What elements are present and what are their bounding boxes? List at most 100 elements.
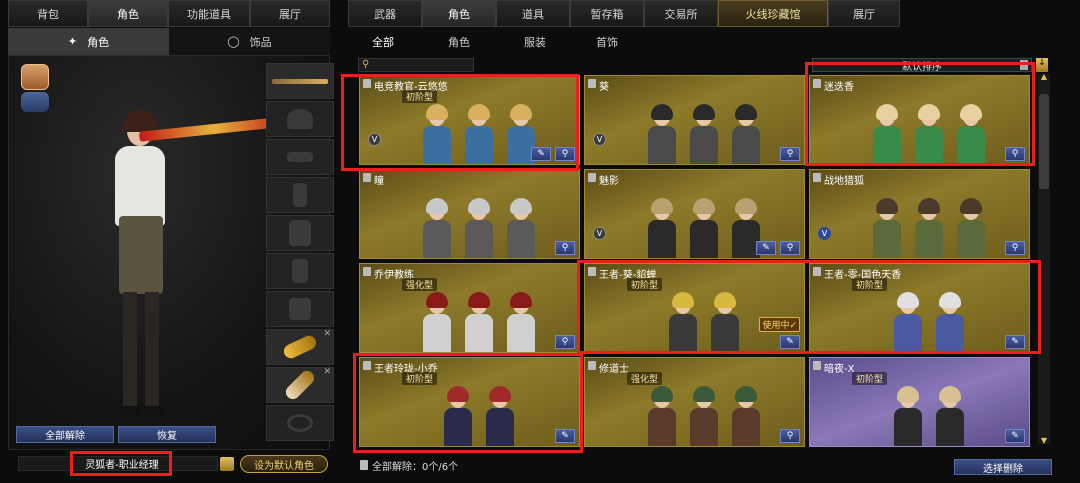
tab-crossfire-collection[interactable]: 火线珍藏馆 <box>718 0 828 27</box>
card-name: 修道士 <box>599 364 629 375</box>
bottom-status: 全部解除：0个/6个 <box>360 458 458 473</box>
set-default-character-button[interactable]: 设为默认角色 <box>240 455 328 473</box>
tab-weapons[interactable]: 武器 <box>348 0 422 27</box>
tab-function-items[interactable]: 功能道具 <box>168 0 250 27</box>
lock-icon <box>363 173 371 182</box>
vest-icon <box>289 220 311 246</box>
highlight-current-character <box>70 451 172 476</box>
character-portrait <box>419 198 455 258</box>
patch-icon <box>289 298 311 320</box>
slot-ring[interactable] <box>266 405 334 441</box>
scroll-up-icon[interactable]: ▲ <box>1038 72 1050 82</box>
tab-props[interactable]: 道具 <box>496 0 570 27</box>
character-card[interactable]: 葵 V ⚲ <box>584 75 805 165</box>
subtab-jewelry[interactable]: 首饰 <box>572 29 642 54</box>
card-name: 暗夜-X <box>824 364 855 375</box>
customize-button[interactable]: ✎ <box>756 241 776 255</box>
slot-patch[interactable] <box>266 291 334 327</box>
character-portrait <box>644 386 680 446</box>
fox-faction-icon[interactable] <box>21 64 49 90</box>
slot-accessory-1[interactable]: ✕ <box>266 329 334 365</box>
grid-scrollbar[interactable]: ▲ ▼ <box>1038 72 1050 446</box>
tab-exhibition[interactable]: 展厅 <box>250 0 330 27</box>
character-portrait <box>728 104 764 164</box>
character-portrait <box>686 198 722 258</box>
customize-button[interactable]: ✎ <box>1005 429 1025 443</box>
subtab-character[interactable]: ✦ 角色 <box>8 28 169 55</box>
tier-badge: 初阶型 <box>852 372 888 385</box>
lock-icon <box>588 79 596 88</box>
subtab-accessories-label: 饰品 <box>249 35 272 49</box>
character-portrait <box>953 198 989 258</box>
character-portrait <box>686 104 722 164</box>
subtab-all[interactable]: 全部 <box>352 29 414 54</box>
tab-character[interactable]: 角色 <box>88 0 168 27</box>
scroll-down-icon[interactable]: ▼ <box>1038 436 1050 446</box>
lock-icon <box>813 173 821 182</box>
slot-glasses[interactable] <box>266 139 334 175</box>
preview-button[interactable]: ⚲ <box>780 241 800 255</box>
wings-faction-icon[interactable] <box>21 92 49 112</box>
character-portrait <box>644 104 680 164</box>
character-card[interactable]: 乔伊教练 强化型 ⚲ <box>359 263 580 353</box>
list-icon[interactable] <box>220 457 234 471</box>
highlight-row-3 <box>577 260 1041 354</box>
slot-radio[interactable] <box>266 177 334 213</box>
restore-button[interactable]: 恢复 <box>118 426 216 443</box>
highlight-card-1 <box>341 74 579 171</box>
silver-bullet-icon <box>283 368 317 402</box>
character-portrait <box>644 198 680 258</box>
slot-weapon[interactable] <box>266 63 334 99</box>
character-card[interactable]: 暗夜-X 初阶型 ✎ <box>809 357 1030 447</box>
character-portraits <box>404 184 554 258</box>
character-portrait <box>461 198 497 258</box>
character-portrait <box>728 386 764 446</box>
remove-icon[interactable]: ✕ <box>323 367 331 377</box>
lock-icon <box>360 460 368 470</box>
slot-accessory-2[interactable]: ✕ <box>266 367 334 403</box>
character-portrait <box>419 292 455 352</box>
subtab-character-label: 角色 <box>87 35 110 49</box>
search-icon: ⚲ <box>362 59 370 70</box>
lock-icon <box>363 267 371 276</box>
preview-button[interactable]: ⚲ <box>780 429 800 443</box>
tier-badge: 强化型 <box>627 372 663 385</box>
select-delete-button[interactable]: 选择删除 <box>954 459 1052 475</box>
remove-icon[interactable]: ✕ <box>323 329 331 339</box>
vip-icon: V <box>818 227 831 240</box>
tab-storage[interactable]: 暂存箱 <box>570 0 644 27</box>
slot-vest[interactable] <box>266 215 334 251</box>
character-portrait <box>461 292 497 352</box>
character-portrait <box>911 198 947 258</box>
ring-slot-icon <box>287 414 313 432</box>
character-card[interactable]: 战地猎狐 V ⚲ <box>809 169 1030 259</box>
character-card[interactable]: 修道士 强化型 ⚲ <box>584 357 805 447</box>
tab-backpack[interactable]: 背包 <box>8 0 88 27</box>
glasses-icon <box>287 152 313 162</box>
set-default-label: 设为默认角色 <box>254 460 314 472</box>
character-subtab-icon: ✦ <box>67 35 78 48</box>
lock-icon <box>588 173 596 182</box>
tab-exchange[interactable]: 交易所 <box>644 0 718 27</box>
subtab-costume[interactable]: 服装 <box>500 29 570 54</box>
slot-pouch[interactable] <box>266 253 334 289</box>
unequip-all-button[interactable]: 全部解除 <box>16 426 114 443</box>
preview-button[interactable]: ⚲ <box>780 147 800 161</box>
sort-order-icon[interactable]: ↓ <box>1036 58 1048 72</box>
subtab-accessories[interactable]: ◯ 饰品 <box>169 28 330 55</box>
preview-button[interactable]: ⚲ <box>555 241 575 255</box>
character-portrait <box>932 386 968 446</box>
slot-helmet[interactable] <box>266 101 334 137</box>
helmet-icon <box>287 109 313 129</box>
character-portrait <box>503 292 539 352</box>
tab-characters[interactable]: 角色 <box>422 0 496 27</box>
subtab-role[interactable]: 角色 <box>424 29 494 54</box>
tab-exhibition-hall[interactable]: 展厅 <box>828 0 900 27</box>
vip-icon: V <box>593 133 606 146</box>
vip-icon: V <box>593 227 606 240</box>
character-card[interactable]: 瞳 ⚲ <box>359 169 580 259</box>
scroll-thumb[interactable] <box>1039 94 1049 189</box>
preview-button[interactable]: ⚲ <box>1005 241 1025 255</box>
preview-button[interactable]: ⚲ <box>555 335 575 349</box>
character-card[interactable]: 魅影 V ✎ ⚲ <box>584 169 805 259</box>
